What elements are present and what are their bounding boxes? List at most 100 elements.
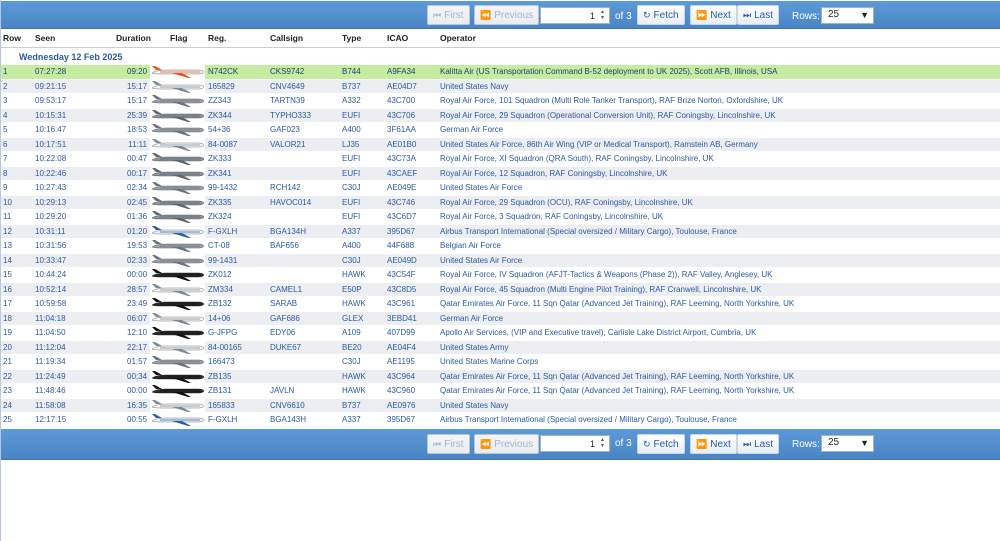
page-spinner-icon[interactable]: ▲ ▼ [598,437,607,450]
page-spinner-icon[interactable]: ▲ ▼ [598,9,607,22]
icao-code: 43C6D7 [387,212,417,221]
col-operator[interactable]: Operator [440,33,476,43]
callsign: GAF023 [270,125,300,134]
aircraft-image [150,123,205,137]
table-row[interactable]: 2 09:21:15 15:17 165829 CNV4649 B737 AE04D7 Uni… [1,79,1000,94]
col-type[interactable]: Type [342,33,361,43]
table-row[interactable]: 15 10:44:24 00:00 ZK012 HAWK 43C54F Royal Air … [1,268,1000,283]
table-row[interactable]: 4 10:15:31 25:39 ZK344 TYPHO333 EUFI 43C706 Roy… [1,108,1000,123]
aircraft-type: HAWK [342,386,366,395]
table-row[interactable]: 6 10:17:51 11:11 84-0087 VALOR21 LJ35 AE01B0 Un… [1,137,1000,152]
seen-time: 12:17:15 [35,415,67,424]
col-callsign[interactable]: Callsign [270,33,303,43]
flag-image [150,152,205,166]
aircraft-image [150,224,205,239]
aircraft-type: EUFI [342,212,361,221]
first-button[interactable]: ⏮ First [427,434,470,454]
registration: ZK324 [208,212,232,221]
table-row[interactable]: 18 11:04:18 06:07 14+06 GAF686 GLEX 3EBD41 Germ… [1,311,1000,326]
table-row[interactable]: 11 10:29:20 01:36 ZK324 EUFI 43C6D7 Royal Air … [1,210,1000,225]
next-button[interactable]: ⏩ Next [690,434,737,454]
flag-image [150,413,205,427]
table-row[interactable]: 24 11:58:08 16:35 165833 CNV6610 B737 AE0976 Un… [1,398,1000,413]
duration: 25:39 [127,110,148,120]
table-row[interactable]: 16 10:52:14 28:57 ZM334 CAMEL1 E50P 43C8D5 Roya… [1,282,1000,297]
previous-button[interactable]: ⏪ Previous [474,434,540,454]
next-button[interactable]: ⏩ Next [690,5,737,25]
page-input[interactable]: 1 ▲ ▼ [540,435,610,452]
table-row[interactable]: 3 09:53:17 15:17 ZZ343 TARTN39 A332 43C700 Roya… [1,94,1000,109]
operator: Royal Air Force, XI Squadron (QRA South)… [440,154,714,163]
duration: 15:17 [127,96,148,105]
fetch-button[interactable]: ↻ Fetch [637,434,685,454]
table-row[interactable]: 23 11:48:46 00:00 ZB131 JAVLN HAWK 43C960 Qatar… [1,384,1000,399]
first-button[interactable]: ⏮ First [427,5,470,25]
aircraft-image [150,79,205,94]
row-number: 9 [3,183,8,192]
last-button[interactable]: ⏭ Last [737,434,780,454]
seen-time: 11:04:50 [35,328,66,337]
seen-time: 11:04:18 [35,313,66,323]
callsign: RCH142 [270,183,301,192]
registration: 14+06 [208,313,231,323]
flag-image [150,239,205,253]
seen-time: 10:15:31 [35,110,67,120]
duration: 00:34 [127,371,148,381]
operator: Airbus Transport International (Special … [440,415,737,424]
registration: 84-0087 [208,139,238,149]
flag-image [150,369,205,384]
aircraft-type: C30J [342,357,361,366]
icao-code: 3EBD41 [387,313,417,323]
duration: 01:57 [127,357,148,366]
row-number: 22 [3,371,12,381]
table-row[interactable]: 10 10:29:13 02:45 ZK335 HAVOC014 EUFI 43C746 Ro… [1,195,1000,210]
fetch-button[interactable]: ↻ Fetch [637,5,685,25]
previous-button[interactable]: ⏪ Previous [474,5,540,25]
flag-image [150,94,205,108]
table-row[interactable]: 1 07:27:28 09:20 N742CK CKS9742 B744 A9FA34 Kal… [1,65,1000,80]
icao-code: 395D67 [387,415,416,424]
seen-time: 10:16:47 [35,125,67,134]
seen-time: 10:22:46 [35,168,67,178]
seen-time: 09:21:15 [35,81,67,91]
aircraft-image [150,210,205,224]
rows-select[interactable]: 25 ▼ [821,7,874,24]
callsign: EDY06 [270,328,296,337]
table-row[interactable]: 13 10:31:56 19:53 CT-08 BAF656 A400 44F688 Belg… [1,239,1000,254]
table-row[interactable]: 20 11:12:04 22:17 84-00165 DUKE67 BE20 AE04F4 U… [1,340,1000,355]
rows-select[interactable]: 25 ▼ [821,435,874,452]
col-flag[interactable]: Flag [170,33,187,43]
table-row[interactable]: 21 11:19:34 01:57 166473 C30J AE1195 United St… [1,355,1000,370]
table-row[interactable]: 9 10:27:43 02:34 99-1432 RCH142 C30J AE049E Uni… [1,181,1000,196]
col-icao[interactable]: ICAO [387,33,408,43]
last-button[interactable]: ⏭ Last [737,5,780,25]
seen-time: 10:31:56 [35,241,67,250]
registration: ZK341 [208,168,232,178]
table-row[interactable]: 5 10:16:47 18:53 54+36 GAF023 A400 3F61AA Germa… [1,123,1000,138]
callsign: GAF686 [270,313,300,323]
aircraft-type: C30J [342,255,361,265]
col-reg[interactable]: Reg. [208,33,226,43]
page-input[interactable]: 1 ▲ ▼ [540,7,610,24]
operator: Royal Air Force, 3 Squadron, RAF Conings… [440,212,664,221]
table-row[interactable]: 17 10:59:58 23:49 ZB132 SARAB HAWK 43C961 Qatar… [1,297,1000,312]
duration: 22:17 [127,342,148,352]
row-number: 11 [3,212,12,221]
row-number: 1 [3,67,8,76]
aircraft-image [150,181,205,195]
col-row[interactable]: Row [3,33,21,43]
aircraft-type: A400 [342,125,361,134]
col-duration[interactable]: Duration [116,33,151,43]
table-row[interactable]: 12 10:31:11 01:20 F-GXLH BGA134H A337 395D67 Ai… [1,224,1000,239]
table-row[interactable]: 25 12:17:15 00:55 F-GXLH BGA143H A337 395D67 Ai… [1,413,1000,428]
aircraft-image [150,413,205,427]
table-row[interactable]: 22 11:24:49 00:34 ZB135 HAWK 43C964 Qatar Emir… [1,369,1000,384]
table-row[interactable]: 7 10:22:08 00:47 ZK333 EUFI 43C73A Royal Air F… [1,152,1000,167]
seen-time: 10:27:43 [35,183,67,192]
col-seen[interactable]: Seen [35,33,55,43]
table-row[interactable]: 19 11:04:50 12:10 G-JFPG EDY06 A109 407D99 Apol… [1,326,1000,341]
table-row[interactable]: 14 10:33:47 02:33 99-1431 C30J AE049D United S… [1,253,1000,268]
operator: Royal Air Force, IV Squadron (AFJT-Tacti… [440,270,773,279]
icao-code: 44F688 [387,241,415,250]
table-row[interactable]: 8 10:22:46 00:17 ZK341 EUFI 43CAEF Royal Air F… [1,166,1000,181]
